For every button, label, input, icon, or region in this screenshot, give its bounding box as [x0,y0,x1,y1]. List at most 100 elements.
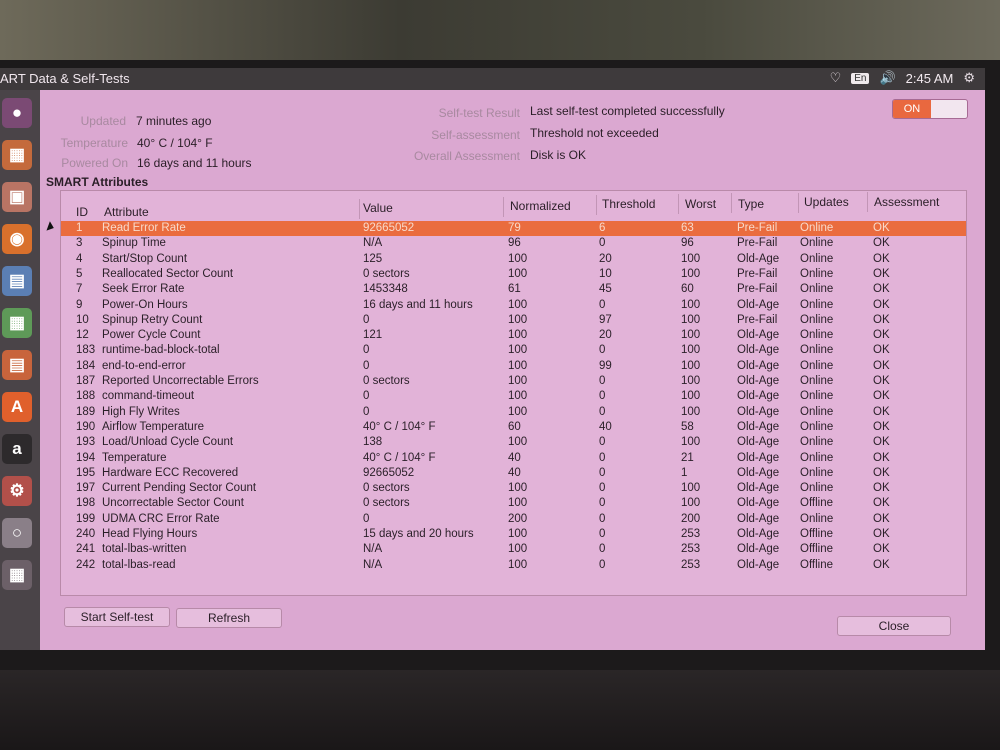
clock[interactable]: 2:45 AM [906,71,954,86]
col-header-id[interactable]: ID [76,205,88,219]
col-header-assessment[interactable]: Assessment [874,195,939,209]
table-row[interactable]: 3 Spinup Time N/A 96 0 96 Pre-Fail Online OK [61,236,966,251]
table-row[interactable]: 242 total-lbas-read N/A 100 0 253 Old-Age Offli… [61,558,966,573]
table-row[interactable]: 199 UDMA CRC Error Rate 0 200 0 200 Old-Age Onl… [61,512,966,527]
cell-threshold: 0 [599,451,606,464]
cell-updates: Online [800,313,834,326]
table-row[interactable]: 183 runtime-bad-block-total 0 100 0 100 Old-Ag… [61,343,966,358]
cell-threshold: 0 [599,512,606,525]
folder-icon[interactable]: ▣ [2,182,32,212]
cell-type: Old-Age [737,451,780,464]
settings-icon[interactable]: ⚙ [2,476,32,506]
refresh-button[interactable]: Refresh [176,608,282,628]
table-row[interactable]: 195 Hardware ECC Recovered 92665052 40 0 1 Old… [61,466,966,481]
cell-updates: Online [800,344,834,357]
network-icon[interactable]: ♡ [830,70,842,86]
cell-value: N/A [363,558,383,571]
self-test-result-label: Self-test Result [438,106,520,120]
col-header-updates[interactable]: Updates [804,195,849,209]
table-row[interactable]: 240 Head Flying Hours 15 days and 20 hours… [61,527,966,542]
keyboard-layout-indicator[interactable]: En [851,72,870,84]
workspaces-icon[interactable]: ▦ [2,560,32,590]
table-row[interactable]: 193 Load/Unload Cycle Count 138 100 0 100 Old-… [61,435,966,450]
column-divider [596,195,597,215]
table-row[interactable]: 9 Power-On Hours 16 days and 11 hours 100 0 1… [61,298,966,313]
cell-type: Old-Age [737,420,780,433]
cell-assessment: OK [873,359,890,372]
calc-icon[interactable]: ▦ [2,308,32,338]
smart-enabled-toggle[interactable]: ON [892,99,968,119]
table-row[interactable]: 189 High Fly Writes 0 100 0 100 Old-Age Online O… [61,405,966,420]
software-center-icon[interactable]: A [2,392,32,422]
self-assessment-value: Threshold not exceeded [530,126,659,140]
col-header-normalized[interactable]: Normalized [510,199,571,213]
column-divider [798,193,799,213]
table-row[interactable]: 184 end-to-end-error 0 100 99 100 Old-Age Onlin… [61,359,966,374]
cell-id: 188 [76,390,96,403]
amazon-icon[interactable]: a [2,434,32,464]
cell-updates: Online [800,359,834,372]
cell-updates: Online [800,512,834,525]
table-row-selected[interactable]: 1 Read Error Rate 92665052 79 6 63 Pre-Fail Onl… [61,221,966,236]
cell-normalized: 200 [508,512,528,525]
writer-icon[interactable]: ▤ [2,266,32,296]
start-self-test-button[interactable]: Start Self-test [64,607,170,627]
cell-assessment: OK [873,405,890,418]
table-row[interactable]: 12 Power Cycle Count 121 100 20 100 Old-Age Onl… [61,328,966,343]
powered-on-value: 16 days and 11 hours [137,156,252,170]
col-header-type[interactable]: Type [738,197,764,211]
table-row[interactable]: 198 Uncorrectable Sector Count 0 sectors 10… [61,496,966,511]
cell-attribute: Hardware ECC Recovered [102,466,239,479]
cell-worst: 60 [681,283,694,296]
cell-worst: 100 [681,405,701,418]
cell-value: 0 [363,512,370,525]
table-row[interactable]: 190 Airflow Temperature 40° C / 104° F 60 40… [61,420,966,435]
files-icon[interactable]: ▦ [2,140,32,170]
disks-icon[interactable]: ○ [2,518,32,548]
table-row[interactable]: 197 Current Pending Sector Count 0 sectors… [61,481,966,496]
dash-icon[interactable]: ● [2,98,32,128]
top-panel: ART Data & Self-Tests ♡ En 🔊 2:45 AM ⚙ [0,68,985,90]
cell-threshold: 0 [599,237,606,250]
cell-updates: Online [800,237,834,250]
cell-type: Old-Age [737,329,780,342]
cell-type: Old-Age [737,436,780,449]
table-row[interactable]: 5 Reallocated Sector Count 0 sectors 100 10 1… [61,267,966,282]
table-row[interactable]: 4 Start/Stop Count 125 100 20 100 Old-Age Onlin… [61,252,966,267]
cell-value: 16 days and 11 hours [363,298,473,311]
table-row[interactable]: 194 Temperature 40° C / 104° F 40 0 21 Old-Age… [61,451,966,466]
cell-attribute: end-to-end-error [102,359,186,372]
table-row[interactable]: 241 total-lbas-written N/A 100 0 253 Old-Age Of… [61,542,966,557]
cell-attribute: Read Error Rate [102,222,186,234]
cell-worst: 100 [681,329,701,342]
close-button[interactable]: Close [837,616,951,636]
cell-normalized: 100 [508,436,528,449]
cell-normalized: 61 [508,283,521,296]
firefox-icon[interactable]: ◉ [2,224,32,254]
cell-threshold: 0 [599,543,606,556]
gear-icon[interactable]: ⚙ [963,70,975,86]
toggle-on-label: ON [893,100,931,118]
table-row[interactable]: 188 command-timeout 0 100 0 100 Old-Age Online O… [61,389,966,404]
volume-icon[interactable]: 🔊 [879,70,895,86]
cell-attribute: Spinup Time [102,237,166,250]
col-header-threshold[interactable]: Threshold [602,197,655,211]
cell-id: 1 [76,222,83,234]
cell-id: 197 [76,482,96,495]
cell-normalized: 100 [508,313,528,326]
table-row[interactable]: 10 Spinup Retry Count 0 100 97 100 Pre-Fail Onl… [61,313,966,328]
col-header-value[interactable]: Value [363,201,393,215]
col-header-worst[interactable]: Worst [685,197,716,211]
cell-assessment: OK [873,436,890,449]
cell-updates: Online [800,482,834,495]
column-divider [678,194,679,214]
table-row[interactable]: 187 Reported Uncorrectable Errors 0 sector… [61,374,966,389]
smart-attributes-table[interactable]: ID Attribute Value Normalized Threshold … [60,190,967,596]
cell-type: Old-Age [737,344,780,357]
impress-icon[interactable]: ▤ [2,350,32,380]
cell-updates: Offline [800,497,834,510]
table-row[interactable]: 7 Seek Error Rate 1453348 61 45 60 Pre-Fail Onl… [61,282,966,297]
col-header-attribute[interactable]: Attribute [104,205,149,219]
cell-normalized: 100 [508,558,528,571]
cell-value: 0 [363,313,370,326]
